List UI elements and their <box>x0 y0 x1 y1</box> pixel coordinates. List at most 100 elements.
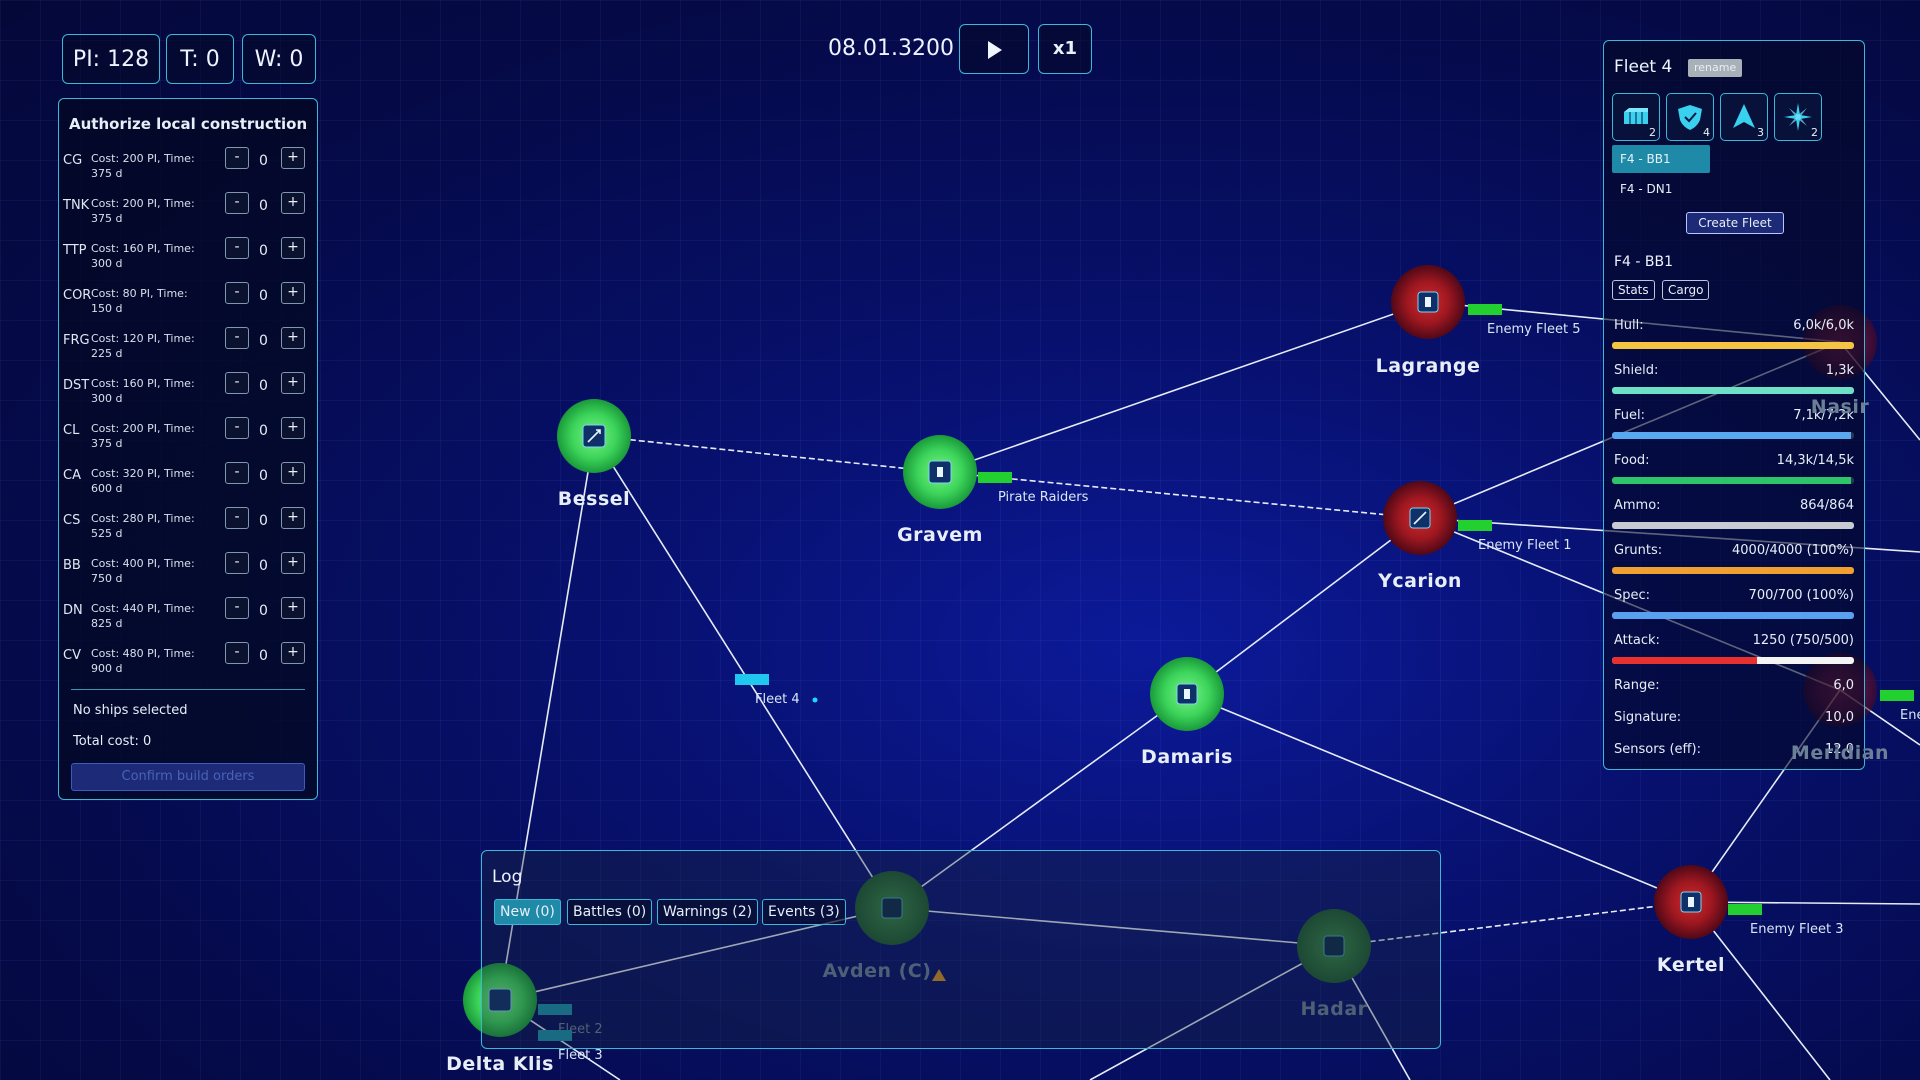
decrease-button[interactable]: - <box>225 462 249 484</box>
fleet-enemy-1-marker[interactable] <box>1458 520 1492 531</box>
system-damaris[interactable] <box>1150 657 1224 731</box>
decrease-button[interactable]: - <box>225 417 249 439</box>
fleet-enemy-3-marker[interactable] <box>1728 904 1762 915</box>
increase-button[interactable]: + <box>281 147 305 169</box>
label-ycarion: Ycarion <box>1378 570 1462 592</box>
ship-code: FRG <box>63 333 90 348</box>
cargo-tab[interactable]: Cargo <box>1662 280 1710 300</box>
stat-spec: Spec: 700/700 (100%) <box>1612 588 1854 628</box>
quantity-value: 0 <box>259 648 268 664</box>
ship-code: CL <box>63 423 80 438</box>
stat-bar-track <box>1612 522 1854 529</box>
decrease-button[interactable]: - <box>225 642 249 664</box>
selected-ship-title: F4 - BB1 <box>1614 254 1674 270</box>
shield-count: 4 <box>1703 126 1710 139</box>
system-kertel[interactable] <box>1654 865 1728 939</box>
stat-bar-fill <box>1612 432 1851 439</box>
decrease-button[interactable]: - <box>225 327 249 349</box>
decrease-button[interactable]: - <box>225 597 249 619</box>
fleet-4-marker[interactable] <box>735 674 769 685</box>
increase-button[interactable]: + <box>281 597 305 619</box>
build-panel: Authorize local construction CG Cost: 200… <box>58 98 318 800</box>
log-tab-events[interactable]: Events (3) <box>762 899 846 925</box>
log-title: Log <box>492 867 523 887</box>
log-panel: Log New (0) Battles (0) Warnings (2) Eve… <box>481 850 1441 1049</box>
increase-button[interactable]: + <box>281 552 305 574</box>
rename-button[interactable]: rename <box>1688 59 1743 77</box>
compass-star-icon <box>1784 103 1812 131</box>
build-separator <box>71 689 305 690</box>
label-gravem: Gravem <box>897 524 983 546</box>
shield-icon <box>1678 105 1702 130</box>
increase-button[interactable]: + <box>281 282 305 304</box>
decrease-button[interactable]: - <box>225 192 249 214</box>
quantity-value: 0 <box>259 378 268 394</box>
fleet-pirate-raiders-marker[interactable] <box>978 472 1012 483</box>
system-bessel[interactable] <box>557 399 631 473</box>
ship-code: CV <box>63 648 81 663</box>
build-row-ttp: TTP Cost: 160 PI, Time: 300 d -0 + <box>63 233 313 277</box>
ship-cost: Cost: 120 PI, Time: 225 d <box>91 332 195 360</box>
increase-button[interactable]: + <box>281 327 305 349</box>
decrease-button[interactable]: - <box>225 552 249 574</box>
create-fleet-button[interactable]: Create Fleet <box>1686 212 1784 234</box>
log-tab-warnings[interactable]: Warnings (2) <box>657 899 759 925</box>
system-ycarion[interactable] <box>1383 481 1457 555</box>
turn-counter: T: 0 <box>166 34 234 84</box>
stat-label: Shield: <box>1614 363 1659 378</box>
ship-code: DN <box>63 603 83 618</box>
confirm-build-button[interactable]: Confirm build orders <box>71 763 305 791</box>
ship-type-compass[interactable]: 2 <box>1774 93 1822 141</box>
ship-cost: Cost: 160 PI, Time: 300 d <box>91 242 195 270</box>
speed-button[interactable]: x1 <box>1038 24 1092 74</box>
build-panel-title: Authorize local construction <box>69 115 308 133</box>
play-button[interactable] <box>959 24 1029 74</box>
stat-label: Fuel: <box>1614 408 1645 423</box>
increase-button[interactable]: + <box>281 192 305 214</box>
build-row-cs: CS Cost: 280 PI, Time: 525 d -0 + <box>63 503 313 547</box>
label-lagrange: Lagrange <box>1375 355 1481 377</box>
label-kertel: Kertel <box>1656 954 1726 976</box>
fleet-enemy-5-marker[interactable] <box>1468 304 1502 315</box>
fleet-pirate-raiders-label: Pirate Raiders <box>998 490 1089 505</box>
stat-grunts: Grunts: 4000/4000 (100%) <box>1612 543 1854 583</box>
stat-value: 6,0 <box>1833 678 1854 693</box>
ship-type-shield[interactable]: 4 <box>1666 93 1714 141</box>
log-tab-new[interactable]: New (0) <box>494 899 561 925</box>
increase-button[interactable]: + <box>281 462 305 484</box>
build-row-cg: CG Cost: 200 PI, Time: 375 d -0 + <box>63 143 313 187</box>
quantity-value: 0 <box>259 198 268 214</box>
ship-item[interactable]: F4 - DN1 <box>1620 182 1672 196</box>
stat-label: Hull: <box>1614 318 1644 333</box>
decrease-button[interactable]: - <box>225 372 249 394</box>
system-gravem[interactable] <box>903 435 977 509</box>
fleet-enemy-marker[interactable] <box>1880 690 1914 701</box>
build-row-cor: COR Cost: 80 PI, Time: 150 d -0 + <box>63 278 313 322</box>
decrease-button[interactable]: - <box>225 282 249 304</box>
increase-button[interactable]: + <box>281 642 305 664</box>
increase-button[interactable]: + <box>281 372 305 394</box>
decrease-button[interactable]: - <box>225 147 249 169</box>
stat-bar-fill <box>1612 387 1854 394</box>
ship-cost: Cost: 200 PI, Time: 375 d <box>91 152 195 180</box>
label-delta-klis: Delta Klis <box>446 1053 554 1075</box>
increase-button[interactable]: + <box>281 507 305 529</box>
ship-cost: Cost: 80 PI, Time: 150 d <box>91 287 188 315</box>
ship-type-cargo[interactable]: 2 <box>1612 93 1660 141</box>
ship-type-arrow[interactable]: 3 <box>1720 93 1768 141</box>
stat-value: 4000/4000 (100%) <box>1732 543 1854 558</box>
system-lagrange[interactable] <box>1391 265 1465 339</box>
fleet-4-waypoint <box>812 697 818 703</box>
decrease-button[interactable]: - <box>225 507 249 529</box>
stat-label: Ammo: <box>1614 498 1661 513</box>
log-tab-battles[interactable]: Battles (0) <box>567 899 653 925</box>
quantity-value: 0 <box>259 333 268 349</box>
ship-item-selected[interactable]: F4 - BB1 <box>1612 145 1710 173</box>
decrease-button[interactable]: - <box>225 237 249 259</box>
increase-button[interactable]: + <box>281 417 305 439</box>
stats-tab[interactable]: Stats <box>1612 280 1655 300</box>
fleet-title: Fleet 4 <box>1614 57 1673 77</box>
build-row-dn: DN Cost: 440 PI, Time: 825 d -0 + <box>63 593 313 637</box>
increase-button[interactable]: + <box>281 237 305 259</box>
stat-bar-track <box>1612 477 1854 484</box>
